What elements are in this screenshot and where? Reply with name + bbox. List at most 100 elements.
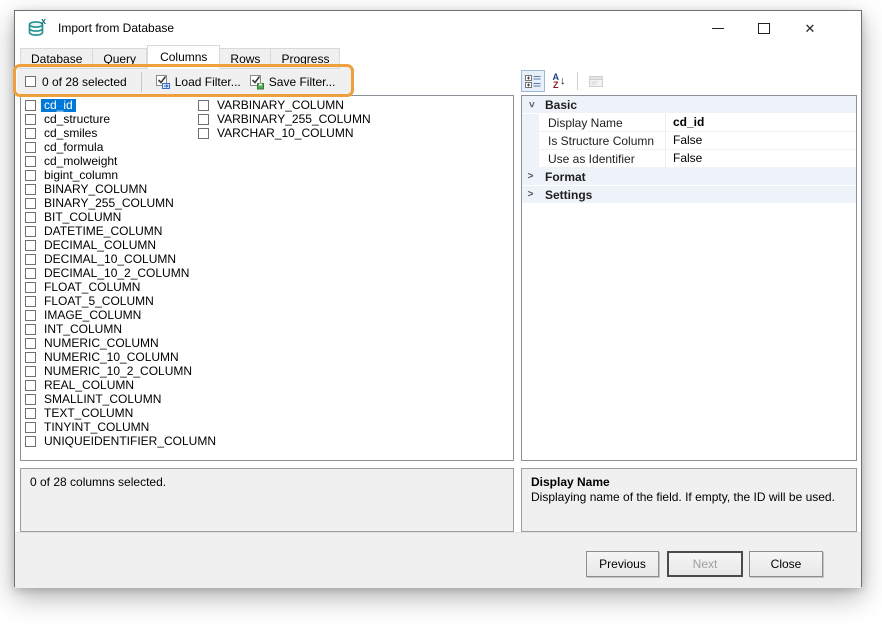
column-checkbox[interactable] [198, 128, 209, 139]
column-item[interactable]: cd_molweight [25, 154, 219, 168]
column-item[interactable]: BINARY_255_COLUMN [25, 196, 219, 210]
select-all-checkbox[interactable] [25, 76, 36, 87]
column-item[interactable]: UNIQUEIDENTIFIER_COLUMN [25, 434, 219, 448]
save-filter-button[interactable]: Save Filter... [245, 72, 340, 92]
previous-button[interactable]: Previous [586, 551, 659, 577]
column-checkbox[interactable] [25, 394, 36, 405]
column-label: FLOAT_COLUMN [41, 281, 143, 294]
minimize-icon [712, 28, 724, 29]
tab-rows[interactable]: Rows [220, 48, 271, 69]
column-item[interactable]: VARBINARY_COLUMN [198, 98, 374, 112]
tab-columns[interactable]: Columns [147, 45, 220, 69]
property-category-row[interactable]: >Basic [522, 96, 856, 114]
column-item[interactable]: NUMERIC_10_2_COLUMN [25, 364, 219, 378]
property-category-row[interactable]: >Format [522, 168, 856, 186]
column-item[interactable]: TEXT_COLUMN [25, 406, 219, 420]
column-checkbox[interactable] [25, 352, 36, 363]
column-checkbox[interactable] [25, 198, 36, 209]
alphabetical-sort-button[interactable]: AZ ↓ [547, 70, 571, 92]
column-checkbox[interactable] [25, 142, 36, 153]
column-checkbox[interactable] [25, 408, 36, 419]
column-item[interactable]: DECIMAL_10_COLUMN [25, 252, 219, 266]
column-item[interactable]: NUMERIC_COLUMN [25, 336, 219, 350]
tab-database[interactable]: Database [20, 48, 93, 69]
column-checkbox[interactable] [25, 156, 36, 167]
footer-bar: Previous Next Close [15, 532, 861, 588]
column-checkbox[interactable] [25, 100, 36, 111]
column-item[interactable]: INT_COLUMN [25, 322, 219, 336]
column-item[interactable]: cd_smiles [25, 126, 219, 140]
column-item[interactable]: SMALLINT_COLUMN [25, 392, 219, 406]
column-checkbox[interactable] [25, 366, 36, 377]
tab-progress[interactable]: Progress [271, 48, 340, 69]
column-label: cd_molweight [41, 155, 120, 168]
column-checkbox[interactable] [25, 128, 36, 139]
column-checkbox[interactable] [25, 254, 36, 265]
column-label: REAL_COLUMN [41, 379, 137, 392]
column-item[interactable]: BINARY_COLUMN [25, 182, 219, 196]
column-checkbox[interactable] [25, 184, 36, 195]
column-checkbox[interactable] [198, 100, 209, 111]
column-label: cd_smiles [41, 127, 100, 140]
window-title: Import from Database [58, 21, 174, 35]
close-button[interactable]: ✕ [787, 11, 833, 45]
column-checkbox[interactable] [198, 114, 209, 125]
column-item[interactable]: DATETIME_COLUMN [25, 224, 219, 238]
description-text: Displaying name of the field. If empty, … [531, 490, 847, 505]
property-value[interactable]: cd_id [665, 114, 856, 131]
column-item[interactable]: bigint_column [25, 168, 219, 182]
column-checkbox[interactable] [25, 170, 36, 181]
description-box: Display Name Displaying name of the fiel… [521, 468, 857, 532]
column-item[interactable]: BIT_COLUMN [25, 210, 219, 224]
column-label: cd_id [41, 99, 76, 112]
column-item[interactable]: VARCHAR_10_COLUMN [198, 126, 374, 140]
column-checkbox[interactable] [25, 436, 36, 447]
column-item[interactable]: FLOAT_COLUMN [25, 280, 219, 294]
column-checkbox[interactable] [25, 212, 36, 223]
column-checkbox[interactable] [25, 324, 36, 335]
column-item[interactable]: IMAGE_COLUMN [25, 308, 219, 322]
column-item[interactable]: cd_structure [25, 112, 219, 126]
column-label: NUMERIC_10_2_COLUMN [41, 365, 195, 378]
property-pages-button[interactable] [584, 70, 608, 92]
property-category-row[interactable]: >Settings [522, 186, 856, 204]
save-filter-label: Save Filter... [269, 75, 336, 89]
column-checkbox[interactable] [25, 380, 36, 391]
maximize-button[interactable] [741, 11, 787, 45]
property-value[interactable]: False [665, 150, 856, 167]
column-checkbox[interactable] [25, 338, 36, 349]
property-row: Display Namecd_id [522, 114, 856, 132]
property-gutter [522, 150, 539, 167]
columns-list-col2: VARBINARY_COLUMNVARBINARY_255_COLUMNVARC… [198, 98, 374, 140]
description-title: Display Name [531, 475, 847, 490]
column-item[interactable]: TINYINT_COLUMN [25, 420, 219, 434]
close-dialog-button[interactable]: Close [749, 551, 823, 577]
minimize-button[interactable] [695, 11, 741, 45]
property-value[interactable]: False [665, 132, 856, 149]
column-checkbox[interactable] [25, 114, 36, 125]
categorized-button[interactable] [521, 70, 545, 92]
column-item[interactable]: DECIMAL_10_2_COLUMN [25, 266, 219, 280]
column-checkbox[interactable] [25, 296, 36, 307]
categorized-icon [525, 74, 541, 88]
column-item[interactable]: NUMERIC_10_COLUMN [25, 350, 219, 364]
column-item[interactable]: cd_formula [25, 140, 219, 154]
status-box: 0 of 28 columns selected. [20, 468, 514, 532]
column-item[interactable]: DECIMAL_COLUMN [25, 238, 219, 252]
column-item[interactable]: cd_id [25, 98, 219, 112]
column-checkbox[interactable] [25, 282, 36, 293]
tab-query[interactable]: Query [93, 48, 147, 69]
column-checkbox[interactable] [25, 310, 36, 321]
column-item[interactable]: VARBINARY_255_COLUMN [198, 112, 374, 126]
column-checkbox[interactable] [25, 422, 36, 433]
column-checkbox[interactable] [25, 240, 36, 251]
column-item[interactable]: REAL_COLUMN [25, 378, 219, 392]
column-checkbox[interactable] [25, 268, 36, 279]
column-label: SMALLINT_COLUMN [41, 393, 164, 406]
property-pages-icon [588, 75, 604, 88]
column-checkbox[interactable] [25, 226, 36, 237]
column-item[interactable]: FLOAT_5_COLUMN [25, 294, 219, 308]
maximize-icon [758, 23, 770, 34]
load-filter-button[interactable]: Load Filter... [151, 72, 245, 92]
next-button[interactable]: Next [667, 551, 743, 577]
